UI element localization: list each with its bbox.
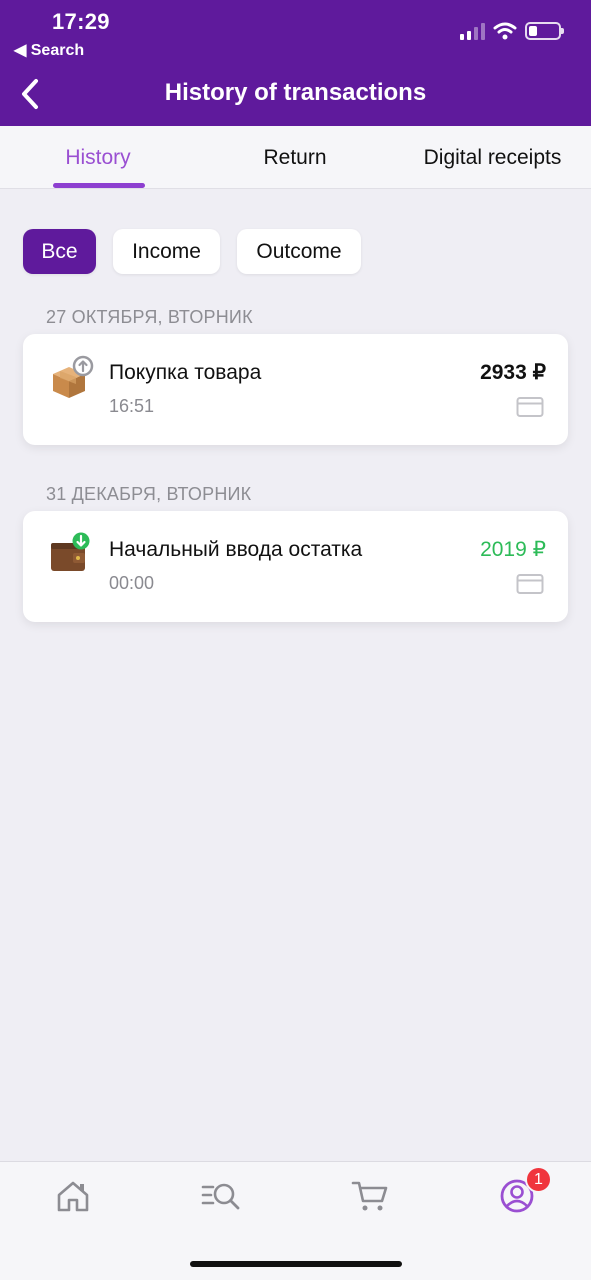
date-heading: 27 ОКТЯБРЯ, ВТОРНИК xyxy=(46,307,253,327)
status-back-link[interactable]: ◀ Search xyxy=(14,40,84,60)
package-outcome-icon xyxy=(53,355,94,398)
card-payment-icon xyxy=(516,574,544,594)
home-icon xyxy=(57,1181,89,1212)
cart-icon xyxy=(351,1181,388,1211)
status-indicators xyxy=(460,20,564,42)
filter-outcome[interactable]: Outcome xyxy=(237,229,361,274)
transaction-time: 00:00 xyxy=(109,573,155,593)
transaction-amount: 2019 ₽ xyxy=(480,538,546,561)
wallet-income-icon xyxy=(51,532,90,571)
active-tab-indicator xyxy=(53,183,145,188)
card-payment-icon xyxy=(516,397,544,417)
transaction-title: Начальный ввода остатка xyxy=(109,538,363,561)
transaction-card[interactable]: Начальный ввода остатка 00:00 2019 ₽ xyxy=(23,511,568,622)
home-indicator xyxy=(190,1261,402,1267)
transaction-amount: 2933 ₽ xyxy=(480,361,546,384)
page-title: History of transactions xyxy=(164,79,427,106)
filter-all[interactable]: Все xyxy=(23,229,96,274)
filter-income[interactable]: Income xyxy=(113,229,220,274)
tab-history[interactable]: History xyxy=(38,126,158,189)
notification-badge: 1 xyxy=(525,1166,552,1193)
wifi-icon xyxy=(493,22,517,40)
nav-catalog-search[interactable] xyxy=(201,1176,241,1216)
status-time: 17:29 xyxy=(52,9,110,34)
cellular-signal-icon xyxy=(460,22,485,40)
catalog-search-icon xyxy=(201,1183,240,1210)
transaction-title: Покупка товара xyxy=(109,361,262,384)
app-header: 17:29 ◀ Search History of transactions xyxy=(0,0,591,126)
tab-digital-receipts[interactable]: Digital receipts xyxy=(410,126,575,189)
date-heading: 31 ДЕКАБРЯ, ВТОРНИК xyxy=(46,484,252,504)
transaction-time: 16:51 xyxy=(109,396,155,416)
transaction-card[interactable]: Покупка товара 16:51 2933 ₽ xyxy=(23,334,568,445)
nav-home[interactable] xyxy=(53,1176,93,1216)
battery-icon xyxy=(525,22,564,40)
tab-bar: History Return Digital receipts xyxy=(0,126,591,189)
nav-cart[interactable] xyxy=(350,1176,390,1216)
tab-return[interactable]: Return xyxy=(240,126,350,189)
